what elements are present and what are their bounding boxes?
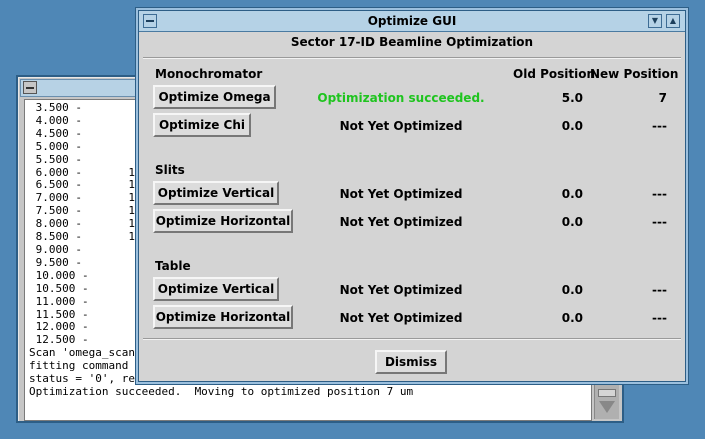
maximize-button[interactable]: ▲ bbox=[666, 14, 680, 28]
minimize-button[interactable]: ▼ bbox=[648, 14, 662, 28]
terminal-line: 6.500 - 15 bbox=[35, 178, 142, 192]
terminal-line: Optimization succeeded. Moving to optimi… bbox=[29, 384, 414, 398]
optimize-omega-button[interactable]: Optimize Omega bbox=[153, 85, 276, 109]
terminal-line: 5.500 - 8 bbox=[35, 152, 142, 166]
slits-vertical-status: Not Yet Optimized bbox=[339, 187, 463, 201]
slits-optimize-horizontal-button[interactable]: Optimize Horizontal bbox=[153, 209, 293, 233]
column-new-position: New Position bbox=[590, 67, 679, 81]
slits-vertical-old-position: 0.0 bbox=[561, 187, 583, 201]
section-table: Table bbox=[155, 259, 191, 273]
terminal-line: 10.000 - bbox=[35, 268, 89, 282]
optimize-gui-titlebar[interactable]: Optimize GUI ▼ ▲ bbox=[139, 11, 685, 32]
optimize-gui-window: Optimize GUI ▼ ▲ Sector 17-ID Beamline O… bbox=[138, 10, 686, 382]
table-horizontal-old-position: 0.0 bbox=[561, 311, 583, 325]
chi-old-position: 0.0 bbox=[561, 119, 583, 133]
footer-divider bbox=[143, 338, 681, 340]
slits-horizontal-old-position: 0.0 bbox=[561, 215, 583, 229]
terminal-line: 8.000 - 15 bbox=[35, 217, 142, 231]
table-vertical-old-position: 0.0 bbox=[561, 283, 583, 297]
terminal-line: fitting command bbox=[29, 359, 129, 373]
terminal-line: 9.500 - 5 bbox=[35, 255, 142, 269]
terminal-line: 9.000 - 8 bbox=[35, 242, 142, 256]
slits-horizontal-status: Not Yet Optimized bbox=[339, 215, 463, 229]
header-divider bbox=[143, 57, 681, 59]
omega-new-position: 7 bbox=[658, 91, 667, 105]
section-slits: Slits bbox=[155, 163, 185, 177]
chi-status: Not Yet Optimized bbox=[339, 119, 463, 133]
terminal-line: 8.500 - 12 bbox=[35, 230, 142, 244]
terminal-line: 4.000 - 1 bbox=[35, 113, 142, 127]
slits-optimize-vertical-button[interactable]: Optimize Vertical bbox=[153, 181, 279, 205]
terminal-line: 5.000 - 5 bbox=[35, 139, 142, 153]
chi-new-position: --- bbox=[652, 119, 667, 133]
slits-vertical-new-position: --- bbox=[652, 187, 667, 201]
column-old-position: Old Position bbox=[513, 67, 596, 81]
omega-old-position: 5.0 bbox=[561, 91, 583, 105]
table-vertical-status: Not Yet Optimized bbox=[339, 283, 463, 297]
terminal-line: 4.500 - 2 bbox=[35, 126, 142, 140]
terminal-line: 11.500 - bbox=[35, 307, 89, 321]
terminal-window-menu-button[interactable] bbox=[23, 81, 37, 94]
terminal-line: 3.500 - bbox=[35, 101, 82, 114]
gui-heading: Sector 17-ID Beamline Optimization bbox=[290, 35, 534, 49]
terminal-line: 7.500 - 18 bbox=[35, 204, 142, 218]
terminal-line: 6.000 - 12 bbox=[35, 165, 142, 179]
terminal-line: 7.000 - 18 bbox=[35, 191, 142, 205]
section-monochromator: Monochromator bbox=[155, 67, 263, 81]
optimize-chi-button[interactable]: Optimize Chi bbox=[153, 113, 251, 137]
terminal-line: Scan 'omega_scan bbox=[29, 346, 135, 360]
slits-horizontal-new-position: --- bbox=[652, 215, 667, 229]
terminal-line: 10.500 - bbox=[35, 281, 89, 295]
table-vertical-new-position: --- bbox=[652, 283, 667, 297]
table-optimize-horizontal-button[interactable]: Optimize Horizontal bbox=[153, 305, 293, 329]
table-horizontal-new-position: --- bbox=[652, 311, 667, 325]
table-horizontal-status: Not Yet Optimized bbox=[339, 311, 463, 325]
scrollbar-thumb[interactable] bbox=[598, 389, 616, 397]
window-title: Optimize GUI bbox=[367, 14, 457, 28]
scroll-down-arrow-icon[interactable] bbox=[599, 401, 615, 413]
omega-status: Optimization succeeded. bbox=[317, 91, 485, 105]
terminal-line: 12.000 - bbox=[35, 320, 89, 334]
terminal-line: 12.500 - bbox=[35, 333, 89, 347]
table-optimize-vertical-button[interactable]: Optimize Vertical bbox=[153, 277, 279, 301]
dismiss-button[interactable]: Dismiss bbox=[375, 350, 447, 374]
terminal-line: 11.000 - bbox=[35, 294, 89, 308]
